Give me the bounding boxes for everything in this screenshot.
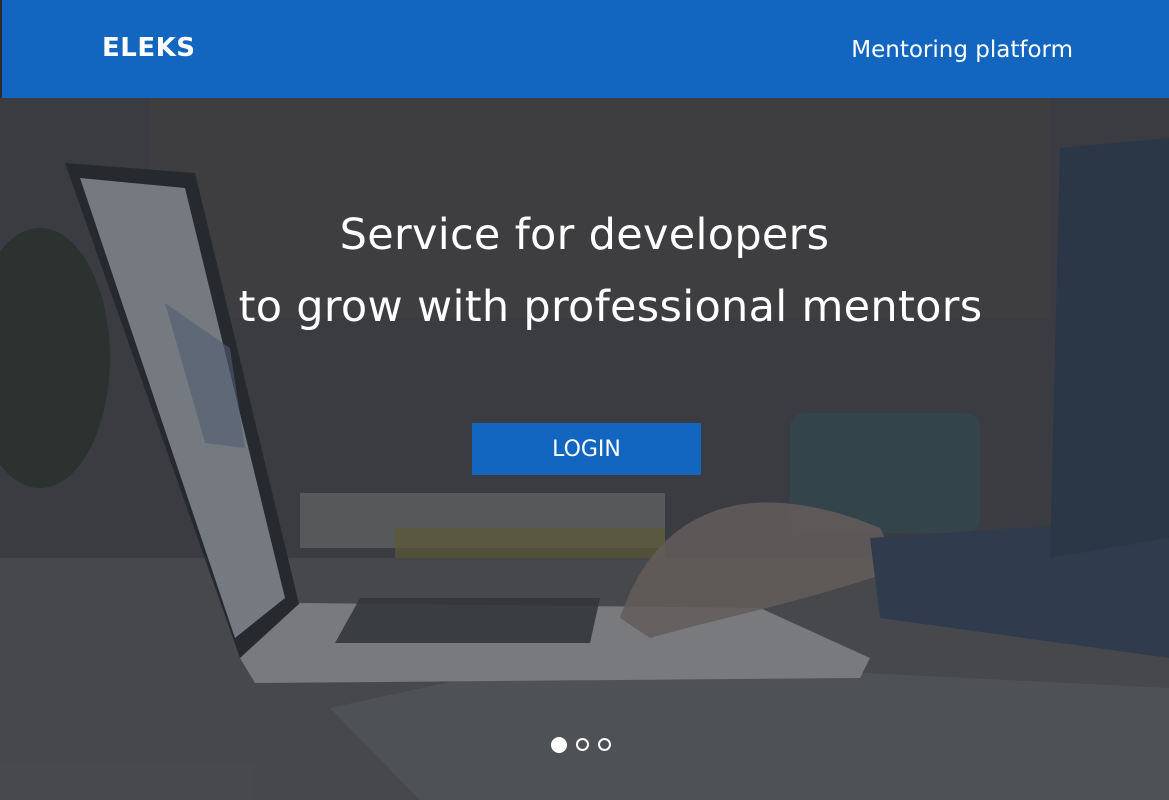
- carousel-dot-1[interactable]: [551, 737, 567, 753]
- hero-banner: Service for developers to grow with prof…: [0, 98, 1169, 800]
- hero-headline-line1: Service for developers: [339, 210, 830, 260]
- hero-headline-line2: to grow with professional mentors: [238, 282, 983, 332]
- carousel-indicators: [551, 737, 611, 756]
- carousel-dot-2[interactable]: [576, 738, 589, 751]
- top-header: ELEKS Mentoring platform: [0, 0, 1169, 98]
- platform-title: Mentoring platform: [851, 37, 1073, 63]
- brand-logo[interactable]: ELEKS: [102, 33, 195, 63]
- carousel-dot-3[interactable]: [598, 738, 611, 751]
- login-button[interactable]: LOGIN: [472, 423, 701, 475]
